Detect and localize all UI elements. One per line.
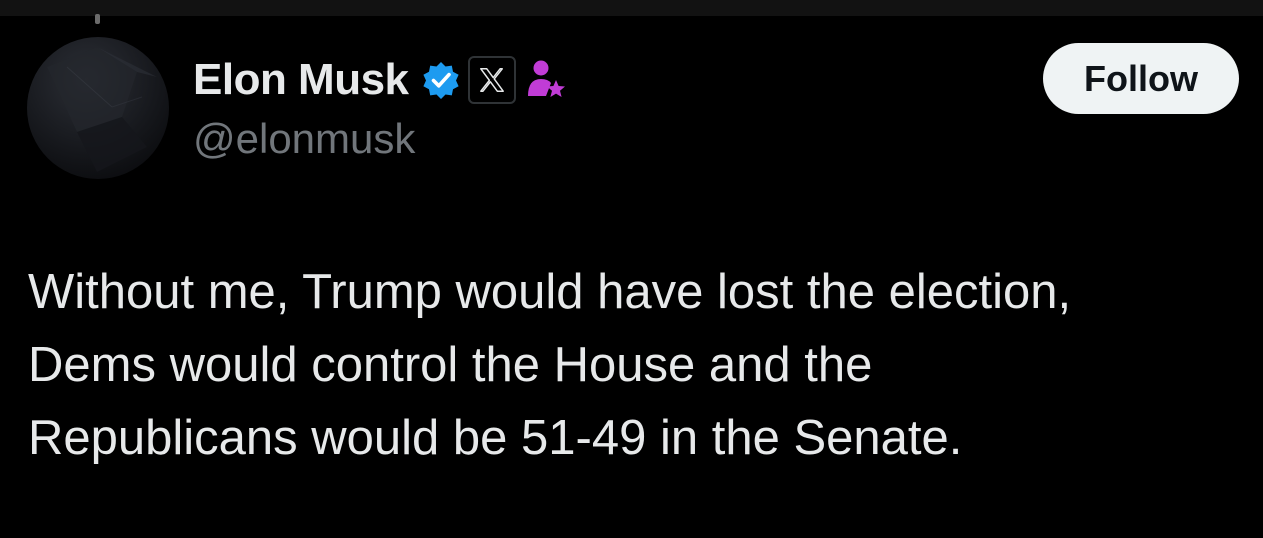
avatar[interactable] — [27, 37, 169, 179]
tweet-text: Without me, Trump would have lost the el… — [28, 265, 1072, 465]
avatar-image — [47, 47, 157, 172]
x-logo-icon[interactable] — [467, 56, 516, 104]
author-header: Elon Musk — [193, 52, 568, 108]
scroll-indicator — [95, 14, 100, 24]
display-name[interactable]: Elon Musk — [193, 52, 409, 108]
follow-button[interactable]: Follow — [1043, 43, 1239, 114]
person-star-icon[interactable] — [526, 58, 568, 102]
top-strip — [0, 0, 1263, 24]
verified-check-icon[interactable] — [421, 60, 461, 100]
user-handle[interactable]: @elonmusk — [193, 112, 415, 166]
